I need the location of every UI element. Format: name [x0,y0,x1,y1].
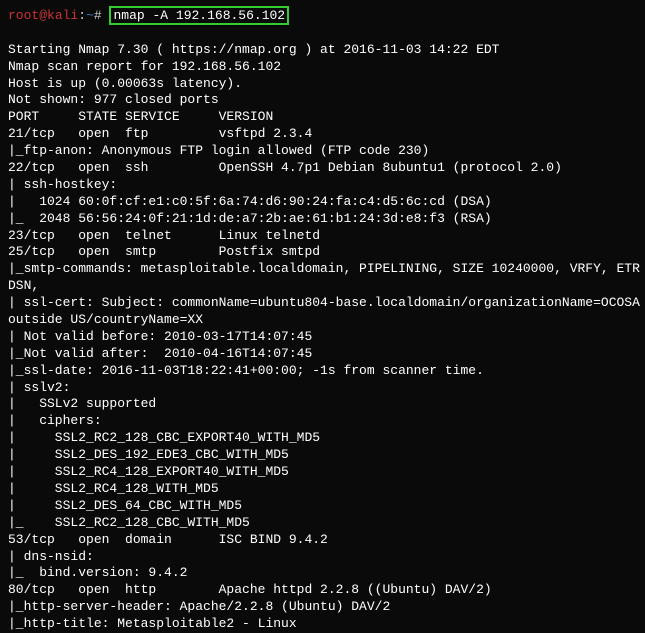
output-script: outside US/countryName=XX [8,312,637,329]
output-script: |_ SSL2_RC2_128_CBC_WITH_MD5 [8,515,637,532]
output-script: | ciphers: [8,413,637,430]
output-port: 25/tcp open smtp Postfix smtpd [8,244,637,261]
output-port: 80/tcp open http Apache httpd 2.2.8 ((Ub… [8,582,637,599]
output-line: Nmap scan report for 192.168.56.102 [8,59,637,76]
output-port: 23/tcp open telnet Linux telnetd [8,228,637,245]
output-script: |_http-server-header: Apache/2.2.8 (Ubun… [8,599,637,616]
output-script: | SSL2_RC2_128_CBC_EXPORT40_WITH_MD5 [8,430,637,447]
prompt-host: kali [47,8,78,23]
output-port: 53/tcp open domain ISC BIND 9.4.2 [8,532,637,549]
output-script: | SSL2_DES_192_EDE3_CBC_WITH_MD5 [8,447,637,464]
prompt-line: root@kali:~# nmap -A 192.168.56.102 [8,8,637,25]
prompt-hash: # [94,8,110,23]
output-script: | SSL2_DES_64_CBC_WITH_MD5 [8,498,637,515]
prompt-path: ~ [86,8,94,23]
prompt-sep: : [78,8,86,23]
output-header: PORT STATE SERVICE VERSION [8,109,637,126]
output-script: | Not valid before: 2010-03-17T14:07:45 [8,329,637,346]
output-script: |_ 2048 56:56:24:0f:21:1d:de:a7:2b:ae:61… [8,211,637,228]
output-script: | ssh-hostkey: [8,177,637,194]
output-script: |_ bind.version: 9.4.2 [8,565,637,582]
command-input[interactable]: nmap -A 192.168.56.102 [109,6,289,25]
output-script: | ssl-cert: Subject: commonName=ubuntu80… [8,295,637,312]
output-script: | 1024 60:0f:cf:e1:c0:5f:6a:74:d6:90:24:… [8,194,637,211]
output-line: Starting Nmap 7.30 ( https://nmap.org ) … [8,42,637,59]
output-blank [8,25,637,42]
prompt-user: root [8,8,39,23]
output-script: | sslv2: [8,380,637,397]
output-line: Host is up (0.00063s latency). [8,76,637,93]
output-script: |_smtp-commands: metasploitable.localdom… [8,261,637,278]
output-port: 21/tcp open ftp vsftpd 2.3.4 [8,126,637,143]
output-script: | SSL2_RC4_128_EXPORT40_WITH_MD5 [8,464,637,481]
prompt-at: @ [39,8,47,23]
output-script: |_http-title: Metasploitable2 - Linux [8,616,637,633]
output-script: | SSL2_RC4_128_WITH_MD5 [8,481,637,498]
output-script: |_ftp-anon: Anonymous FTP login allowed … [8,143,637,160]
output-script: |_Not valid after: 2010-04-16T14:07:45 [8,346,637,363]
output-script: |_ssl-date: 2016-11-03T18:22:41+00:00; -… [8,363,637,380]
output-port: 22/tcp open ssh OpenSSH 4.7p1 Debian 8ub… [8,160,637,177]
output-script: | SSLv2 supported [8,396,637,413]
output-script: DSN, [8,278,637,295]
output-line: Not shown: 977 closed ports [8,92,637,109]
